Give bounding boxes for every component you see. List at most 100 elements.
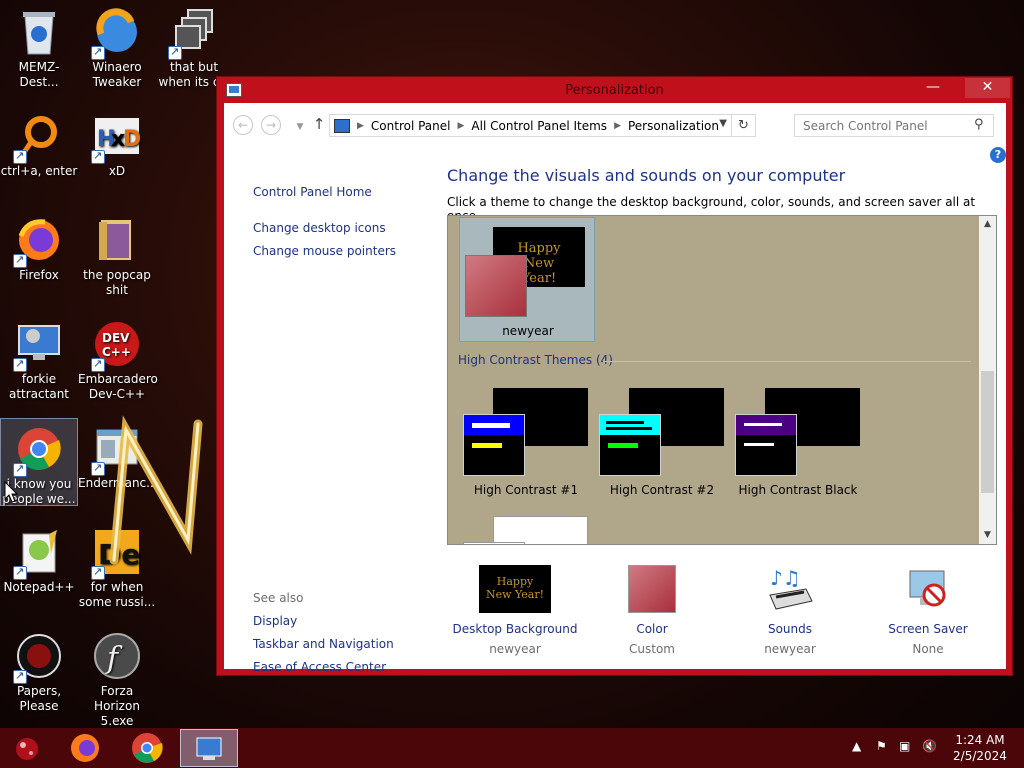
desktop-icon-label: Forza Horizon 5.exe [94,684,140,728]
scroll-up-arrow-icon[interactable]: ▲ [979,216,996,233]
desktop-icon-popcap[interactable]: the popcap shit [78,210,156,298]
desktop-icon-devcpp[interactable]: DEVC++ Embarcadero Dev-C++ [78,314,158,402]
desktop-background-setting[interactable]: Happy New Year! Desktop Background newye… [450,565,580,656]
theme-name: High Contrast Black [738,483,858,497]
ease-of-access-link[interactable]: Ease of Access Center [253,660,386,674]
shortcut-arrow-icon [13,668,27,684]
search-icon[interactable]: ⚲ [974,117,984,132]
close-button[interactable]: ✕ [965,78,1010,98]
display-link[interactable]: Display [253,614,297,628]
desktop-icon-notepadpp[interactable]: Notepad++ [0,522,78,595]
shortcut-arrow-icon [13,564,27,580]
desktop-icon-memz[interactable]: MEMZ-Dest... [0,2,78,90]
theme-color-swatch [599,414,661,476]
theme-newyear[interactable]: Happy New Year! newyear [459,217,595,342]
scroll-down-arrow-icon[interactable]: ▼ [979,527,996,544]
sounds-setting[interactable]: ♪♫ Sounds newyear [725,565,855,656]
refresh-button[interactable]: ↻ [731,115,755,136]
wallpaper-neon-letter [109,415,203,565]
theme-high-contrast-white[interactable] [458,514,594,544]
recycle-bin-icon [15,8,63,56]
breadcrumb-all-items[interactable]: All Control Panel Items [471,119,607,133]
change-mouse-pointers-link[interactable]: Change mouse pointers [253,244,396,258]
sounds-icon: ♪♫ [766,565,814,613]
help-icon[interactable]: ? [990,147,1006,163]
search-input[interactable] [794,114,994,137]
breadcrumb-personalization[interactable]: Personalization [628,119,719,133]
show-hidden-icons-icon[interactable]: ▲ [852,739,861,753]
page-title: Change the visuals and sounds on your co… [447,166,846,185]
shortcut-arrow-icon [13,356,27,372]
color-swatch [628,565,676,613]
papers-please-icon [13,632,63,684]
breadcrumb-control-panel[interactable]: Control Panel [371,119,451,133]
theme-color-swatch [735,414,797,476]
desktop-icon-ctrl-a[interactable]: ctrl+a, enter [0,106,78,179]
desktop-icon-label: for when some russi... [78,580,156,609]
clock-time: 1:24 AM [955,733,1005,747]
setting-value: Custom [629,642,675,656]
desktop-icon-label: Firefox [19,268,59,282]
preview-line [608,443,638,448]
theme-list-scrollbar[interactable]: ▲ ▼ [979,216,996,544]
theme-high-contrast-black[interactable]: High Contrast Black [730,386,866,501]
flash-icon: f [93,632,141,680]
color-setting[interactable]: Color Custom [587,565,717,656]
chevron-right-icon[interactable]: ▶ [614,121,621,131]
desktop-icon-xd[interactable]: HxD xD [78,106,156,179]
desktop-icon-winaero[interactable]: Winaero Tweaker [78,2,156,90]
desktop-icon-forkie[interactable]: forkie attractant [0,314,78,402]
theme-preview-background [493,516,588,544]
recent-locations-icon[interactable]: ▼ [290,118,310,138]
desktop-icon-label: Papers, Please [16,684,62,713]
change-desktop-icons-link[interactable]: Change desktop icons [253,221,386,235]
svg-text:C++: C++ [102,345,131,359]
theme-high-contrast-2[interactable]: High Contrast #2 [594,386,730,501]
preview-line [744,443,774,446]
volume-muted-icon[interactable]: 🔇 [922,739,937,753]
theme-high-contrast-1[interactable]: High Contrast #1 [458,386,594,501]
desktop-icon-label: Winaero Tweaker [92,60,142,89]
up-button[interactable]: ↑ [309,115,329,135]
desktop-icon-label: xD [108,164,126,178]
high-contrast-group-header[interactable]: High Contrast Themes (4) [458,353,613,367]
desktop-icon-label: Embarcadero Dev-C++ [78,372,158,401]
chevron-right-icon[interactable]: ▶ [357,121,364,131]
desktop-icon-label: Notepad++ [3,580,75,594]
taskbar-firefox[interactable] [56,729,114,767]
network-icon[interactable]: ▣ [899,739,910,753]
taskbar-personalization[interactable] [180,729,238,767]
desktop-icon-label: forkie attractant [8,372,70,401]
chevron-down-icon[interactable]: ▼ [719,118,727,129]
back-button[interactable]: ← [233,115,253,135]
chevron-right-icon[interactable]: ▶ [458,121,465,131]
preview-line [472,443,502,448]
desktop-icon-forza[interactable]: f Forza Horizon 5.exe [78,626,156,729]
orange-ring-icon [13,112,63,164]
action-center-flag-icon[interactable]: ⚑ [876,739,887,753]
forward-button[interactable]: → [261,115,281,135]
desktop-icon-firefox[interactable]: Firefox [0,210,78,283]
desktop-icon-papers-please[interactable]: Papers, Please [0,626,78,714]
setting-label[interactable]: Color [587,622,717,636]
screen-saver-setting[interactable]: Screen Saver None [863,565,993,656]
theme-name: High Contrast #1 [473,483,579,497]
minimize-button[interactable]: — [920,78,946,98]
start-button[interactable] [0,729,58,767]
theme-color-swatch [465,255,527,317]
shortcut-arrow-icon [91,44,105,60]
setting-label[interactable]: Screen Saver [863,622,993,636]
theme-color-swatch [463,414,525,476]
taskbar-chrome[interactable] [118,729,176,767]
setting-label[interactable]: Sounds [725,622,855,636]
taskbar-clock[interactable]: 1:24 AM 2/5/2024 [944,732,1016,764]
control-panel-home-link[interactable]: Control Panel Home [253,185,372,199]
desktop-icon-label: ctrl+a, enter [0,164,78,178]
svg-text:DEV: DEV [102,331,130,345]
address-bar[interactable]: ▶ Control Panel ▶ All Control Panel Item… [329,114,756,137]
title-bar[interactable]: Personalization — ✕ [217,77,1012,103]
scroll-thumb[interactable] [981,371,994,493]
taskbar-navigation-link[interactable]: Taskbar and Navigation [253,637,394,651]
shortcut-arrow-icon [13,148,27,164]
setting-label[interactable]: Desktop Background [450,622,580,636]
